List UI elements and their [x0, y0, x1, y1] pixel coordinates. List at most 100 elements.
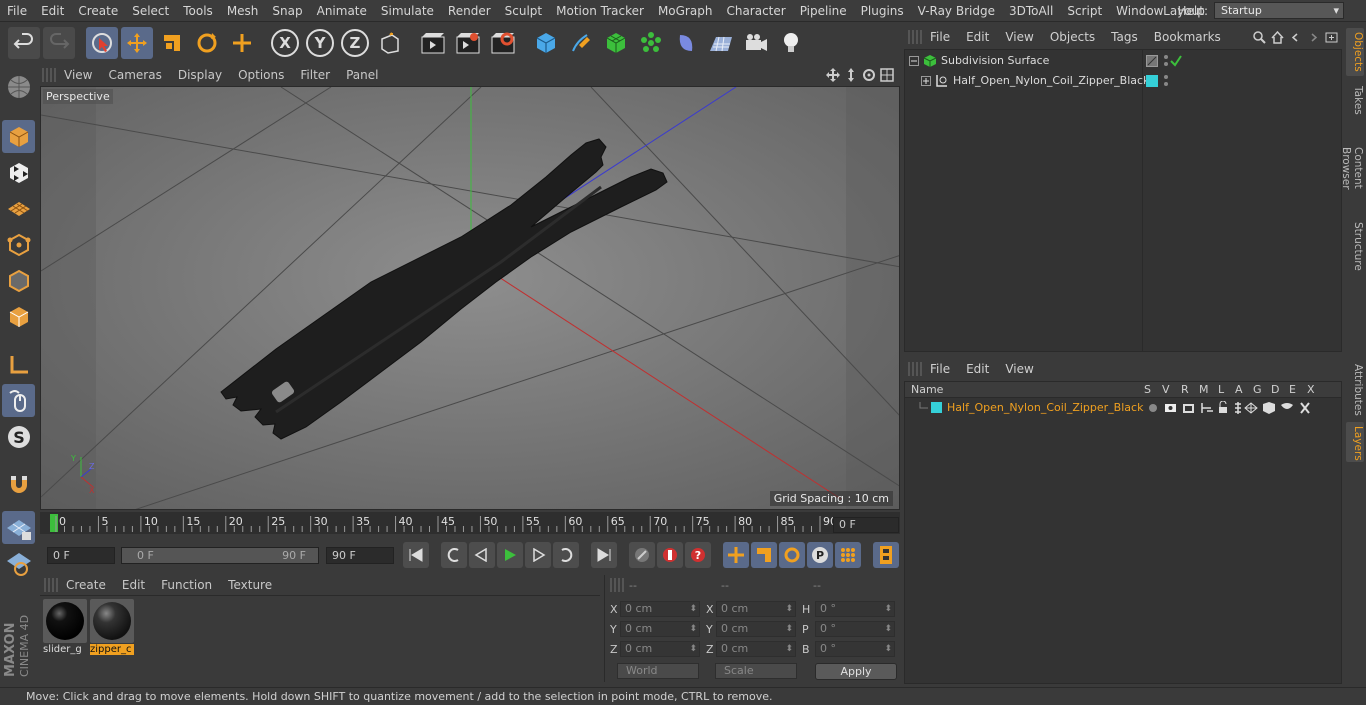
material-menu-edit[interactable]: Edit	[114, 578, 153, 592]
pan-view-icon[interactable]	[826, 68, 840, 82]
lm-menu-view[interactable]: View	[997, 362, 1041, 376]
new-view-icon[interactable]	[1325, 31, 1338, 44]
col-name[interactable]: Name	[911, 383, 943, 396]
menu-window[interactable]: Window	[1109, 4, 1170, 18]
pos-y-field[interactable]: 0 cm	[620, 621, 700, 637]
material-zipper-c[interactable]: zipper_c	[90, 599, 134, 657]
om-menu-objects[interactable]: Objects	[1042, 30, 1103, 44]
edges-mode-icon[interactable]	[2, 264, 35, 297]
menu-file[interactable]: File	[0, 4, 34, 18]
keyframe-selection-icon[interactable]: ?	[685, 542, 711, 568]
next-frame-icon[interactable]	[525, 542, 551, 568]
key-position-icon[interactable]	[723, 542, 749, 568]
layer-tag-icon[interactable]	[1146, 55, 1158, 67]
end-frame-field[interactable]: 90 F	[326, 547, 394, 564]
forward-icon[interactable]	[1307, 31, 1320, 44]
col-animation[interactable]: A	[1235, 383, 1243, 396]
camera-icon[interactable]	[740, 27, 772, 59]
visibility-dots-icon[interactable]	[1163, 54, 1169, 68]
tweak-mode-icon[interactable]	[2, 384, 35, 417]
zoom-view-icon[interactable]	[844, 68, 858, 82]
coordinate-system-icon[interactable]	[374, 27, 406, 59]
menu-select[interactable]: Select	[125, 4, 176, 18]
layer-color-swatch[interactable]	[1146, 75, 1158, 87]
undo-icon[interactable]	[8, 27, 40, 59]
light-icon[interactable]	[775, 27, 807, 59]
home-icon[interactable]	[1271, 30, 1284, 44]
size-y-field[interactable]: 0 cm	[716, 621, 796, 637]
object-row-zipper[interactable]: Half_Open_Nylon_Coil_Zipper_Black	[905, 72, 1341, 91]
render-view-icon[interactable]	[417, 27, 449, 59]
go-to-end-icon[interactable]	[591, 542, 617, 568]
tab-attributes[interactable]: Attributes	[1346, 360, 1364, 418]
previous-key-icon[interactable]	[441, 542, 467, 568]
material-slider-g[interactable]: slider_g	[43, 599, 87, 657]
menu-script[interactable]: Script	[1060, 4, 1109, 18]
enable-axis-icon[interactable]	[2, 511, 35, 544]
om-menu-edit[interactable]: Edit	[958, 30, 997, 44]
go-to-start-icon[interactable]	[403, 542, 429, 568]
texture-mode-icon[interactable]	[2, 156, 35, 189]
workplane-icon[interactable]	[2, 192, 35, 225]
layer-color-swatch[interactable]	[931, 402, 942, 413]
collapse-icon[interactable]	[909, 56, 919, 66]
enabled-check-icon[interactable]	[1170, 55, 1182, 67]
material-menu-function[interactable]: Function	[153, 578, 220, 592]
key-rotation-icon[interactable]	[779, 542, 805, 568]
om-menu-bookmarks[interactable]: Bookmarks	[1146, 30, 1229, 44]
viewport-menu-panel[interactable]: Panel	[338, 68, 386, 82]
menu-plugins[interactable]: Plugins	[854, 4, 911, 18]
points-mode-icon[interactable]	[2, 228, 35, 261]
col-solo[interactable]: S	[1144, 383, 1151, 396]
key-pla-icon[interactable]	[835, 542, 861, 568]
key-scale-icon[interactable]	[751, 542, 777, 568]
live-selection-icon[interactable]	[86, 27, 118, 59]
scale-icon[interactable]	[156, 27, 188, 59]
next-key-icon[interactable]	[553, 542, 579, 568]
start-frame-field[interactable]: 0 F	[47, 547, 115, 564]
viewport-menu-view[interactable]: View	[56, 68, 100, 82]
viewport-menu-options[interactable]: Options	[230, 68, 292, 82]
search-icon[interactable]	[1253, 30, 1266, 44]
model-mode-icon[interactable]	[2, 120, 35, 153]
menu-character[interactable]: Character	[719, 4, 792, 18]
deformer-icon[interactable]	[670, 27, 702, 59]
menu-simulate[interactable]: Simulate	[374, 4, 441, 18]
tab-objects[interactable]: Objects	[1346, 28, 1364, 76]
current-frame-field[interactable]: 0 F	[833, 517, 899, 533]
snap-icon[interactable]: S	[2, 420, 35, 453]
tab-structure[interactable]: Structure	[1346, 218, 1364, 274]
size-x-field[interactable]: 0 cm	[716, 601, 796, 617]
tab-layers[interactable]: Layers	[1346, 422, 1364, 462]
record-keys-icon[interactable]	[629, 542, 655, 568]
toggle-view-icon[interactable]	[880, 68, 894, 82]
subdivision-icon[interactable]	[600, 27, 632, 59]
rotate-icon[interactable]	[191, 27, 223, 59]
key-parameter-icon[interactable]: P	[807, 542, 833, 568]
visibility-dots-icon[interactable]	[1163, 74, 1169, 88]
layout-select[interactable]: Startup	[1214, 2, 1344, 19]
polygons-mode-icon[interactable]	[2, 300, 35, 333]
cube-icon[interactable]	[530, 27, 562, 59]
render-picture-viewer-icon[interactable]	[452, 27, 484, 59]
menu-mesh[interactable]: Mesh	[220, 4, 266, 18]
layer-flag-icons[interactable]	[1145, 401, 1325, 415]
rot-h-field[interactable]: 0 °	[815, 601, 895, 617]
array-icon[interactable]	[635, 27, 667, 59]
om-menu-file[interactable]: File	[922, 30, 958, 44]
rot-p-field[interactable]: 0 °	[815, 621, 895, 637]
menu-create[interactable]: Create	[71, 4, 125, 18]
menu-sculpt[interactable]: Sculpt	[498, 4, 549, 18]
menu-3dtoall[interactable]: 3DToAll	[1002, 4, 1060, 18]
perspective-viewport[interactable]: Y Z X Perspective Grid Spacing : 10 cm	[40, 86, 900, 510]
col-xref[interactable]: X	[1307, 383, 1315, 396]
om-menu-tags[interactable]: Tags	[1103, 30, 1146, 44]
menu-tools[interactable]: Tools	[176, 4, 220, 18]
play-icon[interactable]	[497, 542, 523, 568]
tab-content-browser[interactable]: Content Browser	[1340, 122, 1364, 214]
recent-tools-icon[interactable]	[226, 27, 258, 59]
make-editable-icon[interactable]	[2, 70, 35, 103]
col-locked[interactable]: L	[1218, 383, 1224, 396]
viewport-menu-display[interactable]: Display	[170, 68, 230, 82]
apply-button[interactable]: Apply	[815, 663, 897, 680]
